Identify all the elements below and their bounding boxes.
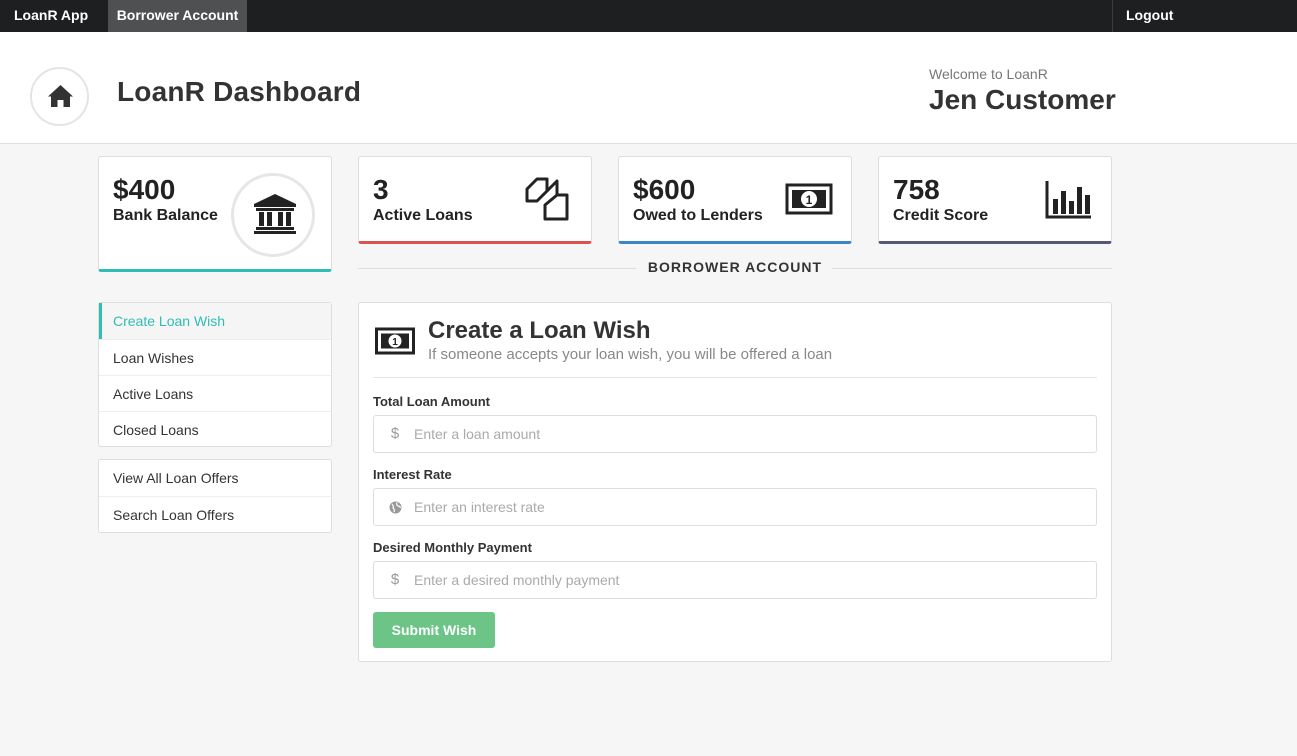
owed-card: $600 Owed to Lenders 1 (618, 156, 852, 244)
sidebar-offers-menu: View All Loan Offers Search Loan Offers (98, 459, 332, 533)
active-loans-label: Active Loans (373, 207, 473, 224)
welcome-text: Welcome to LoanR (929, 66, 1048, 82)
page-title: LoanR Dashboard (117, 76, 362, 107)
home-icon (48, 85, 73, 107)
bar-chart-icon (1045, 181, 1091, 219)
credit-score-card: 758 Credit Score (878, 156, 1112, 244)
loan-amount-label: Total Loan Amount (373, 394, 490, 409)
create-loan-wish-panel: 1 Create a Loan Wish If someone accepts … (358, 302, 1112, 662)
credit-score-label: Credit Score (893, 207, 989, 224)
bank-icon (254, 194, 296, 234)
owed-value: $600 (633, 174, 696, 205)
top-nav: LoanR App Borrower Account Logout (0, 0, 1297, 32)
interest-rate-label: Interest Rate (373, 467, 452, 482)
dollar-icon: $ (390, 571, 400, 588)
nav-tab-borrower-account[interactable]: Borrower Account (108, 0, 247, 32)
monthly-payment-label: Desired Monthly Payment (373, 540, 532, 555)
form-divider (373, 377, 1097, 378)
bank-icon-circle (231, 173, 315, 257)
user-name: Jen Customer (929, 84, 1116, 115)
sidebar-item-active-loans[interactable]: Active Loans (99, 375, 331, 411)
sidebar-item-loan-wishes[interactable]: Loan Wishes (99, 339, 331, 375)
svg-text:1: 1 (806, 193, 813, 207)
form-subtitle: If someone accepts your loan wish, you w… (428, 346, 833, 363)
home-button[interactable] (30, 67, 89, 126)
sidebar-menu: Create Loan Wish Loan Wishes Active Loan… (98, 302, 332, 447)
sidebar-item-closed-loans[interactable]: Closed Loans (99, 411, 331, 447)
logout-link[interactable]: Logout (1112, 0, 1297, 32)
active-loans-card: 3 Active Loans (358, 156, 592, 244)
page-header: LoanR Dashboard Welcome to LoanR Jen Cus… (0, 32, 1297, 144)
loan-amount-field: $ (373, 415, 1097, 453)
money-bill-icon: 1 (785, 183, 833, 215)
section-title: BORROWER ACCOUNT (647, 259, 823, 275)
credit-score-value: 758 (893, 174, 940, 205)
sidebar-item-create-loan-wish[interactable]: Create Loan Wish (99, 303, 331, 339)
interest-rate-field (373, 488, 1097, 526)
bank-balance-value: $400 (113, 174, 176, 205)
monthly-payment-input[interactable] (414, 563, 1084, 597)
brand-link[interactable]: LoanR App (14, 0, 88, 32)
dollar-icon: $ (390, 425, 400, 442)
submit-wish-button[interactable]: Submit Wish (373, 612, 495, 648)
monthly-payment-field: $ (373, 561, 1097, 599)
money-bill-icon: 1 (375, 327, 415, 355)
interest-rate-input[interactable] (414, 490, 1084, 524)
documents-icon (525, 177, 569, 221)
bank-balance-card: $400 Bank Balance (98, 156, 332, 272)
globe-icon (388, 499, 402, 515)
loan-amount-input[interactable] (414, 417, 1084, 451)
sidebar-item-view-all-loan-offers[interactable]: View All Loan Offers (99, 460, 331, 496)
owed-label: Owed to Lenders (633, 207, 763, 224)
bank-balance-label: Bank Balance (113, 207, 218, 224)
active-loans-value: 3 (373, 174, 389, 205)
svg-text:1: 1 (392, 337, 398, 348)
form-title: Create a Loan Wish (428, 317, 651, 344)
sidebar-item-search-loan-offers[interactable]: Search Loan Offers (99, 496, 331, 532)
